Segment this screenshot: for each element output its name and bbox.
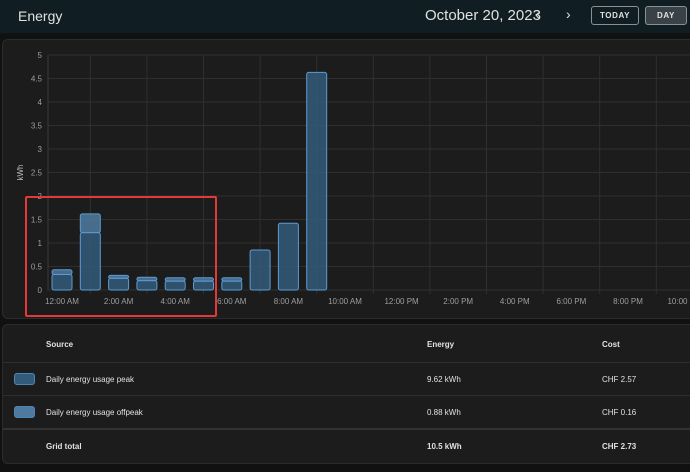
chevron-right-icon[interactable]: › [566, 6, 571, 22]
today-button[interactable]: TODAY [591, 6, 639, 25]
x-tick-label: 12:00 PM [384, 297, 419, 306]
header-cost: Cost [602, 340, 620, 349]
total-label: Grid total [46, 442, 82, 451]
bar-peak [249, 249, 271, 291]
y-axis-label: kWh [16, 165, 25, 181]
divider [3, 362, 690, 363]
x-tick-label: 8:00 PM [613, 297, 643, 306]
divider [3, 395, 690, 396]
energy-value: 9.62 kWh [427, 375, 461, 384]
total-energy: 10.5 kWh [427, 442, 462, 451]
bar-peak [221, 280, 243, 291]
divider [3, 428, 690, 430]
peak-color-swatch [14, 373, 35, 385]
x-tick-label: 8:00 AM [274, 297, 304, 306]
cost-value: CHF 2.57 [602, 375, 637, 384]
header-source: Source [46, 340, 74, 349]
page-title: Energy [18, 8, 63, 24]
source-name: Daily energy usage offpeak [46, 408, 143, 417]
top-bar: Energy October 20, 2023 ‹ › TODAY DAY [0, 0, 690, 33]
table-row: Daily energy usage offpeak 0.88 kWh CHF … [3, 406, 690, 422]
y-tick-label: 3 [38, 145, 43, 154]
x-tick-label: 2:00 PM [443, 297, 473, 306]
cost-value: CHF 0.16 [602, 408, 637, 417]
y-tick-label: 2.5 [31, 169, 43, 178]
energy-value: 0.88 kWh [427, 408, 461, 417]
date-label: October 20, 2023 [425, 7, 541, 24]
x-tick-label: 10:00 PM [667, 297, 690, 306]
source-name: Daily energy usage peak [46, 375, 135, 384]
header-energy: Energy [427, 340, 455, 349]
annotation-highlight-box [25, 196, 217, 317]
x-tick-label: 6:00 PM [557, 297, 587, 306]
bar-peak [277, 222, 299, 291]
chevron-left-icon[interactable]: ‹ [535, 6, 540, 22]
y-tick-label: 4 [38, 98, 43, 107]
day-button[interactable]: DAY [645, 6, 687, 25]
x-tick-label: 4:00 PM [500, 297, 530, 306]
y-tick-label: 5 [38, 51, 43, 60]
bar-peak [306, 71, 328, 291]
total-cost: CHF 2.73 [602, 442, 637, 451]
table-row: Daily energy usage peak 9.62 kWh CHF 2.5… [3, 373, 690, 389]
bar-offpeak [221, 277, 243, 282]
x-tick-label: 6:00 AM [217, 297, 247, 306]
y-tick-label: 3.5 [31, 122, 43, 131]
y-tick-label: 4.5 [31, 75, 43, 84]
x-tick-label: 10:00 AM [328, 297, 362, 306]
energy-sources-table: Source Energy Cost Daily energy usage pe… [2, 324, 690, 464]
offpeak-color-swatch [14, 406, 35, 418]
